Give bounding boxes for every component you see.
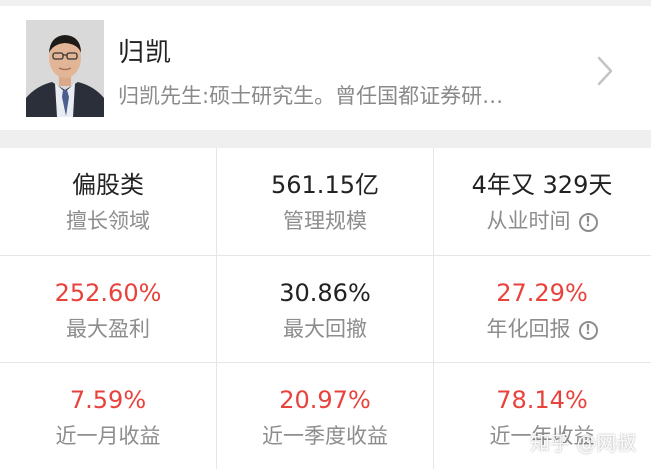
stat-max-drawdown: 30.86% 最大回撤: [217, 256, 433, 362]
section-gap: [0, 130, 651, 148]
stat-label-text: 近一月收益: [55, 424, 161, 448]
stat-label: 从业时间!: [434, 208, 650, 234]
stat-label: 年化回报!: [434, 316, 650, 342]
manager-name: 归凯: [118, 38, 173, 68]
stat-tenure: 4年又 329天从业时间!: [434, 148, 650, 254]
stat-label-text: 近一季度收益: [262, 424, 388, 448]
stats-grid: 偏股类 擅长领域 561.15亿 管理规模 4年又 329天 从业时间! 252.60% 最大…: [0, 148, 651, 469]
stat-label-text: 擅长领域: [66, 209, 150, 233]
stat-label: 近一季度收益: [217, 423, 433, 449]
stat-label-text: 年化回报: [486, 317, 571, 341]
stat-value: 7.59%: [69, 386, 147, 414]
stat-annualized-return: 27.29% 年化回报!: [434, 256, 650, 362]
stat-1m-return: 7.59% 近一月收益: [0, 363, 216, 469]
stat-value: 252.60%: [54, 279, 162, 307]
stat-label-text: 最大盈利: [66, 317, 150, 341]
info-icon[interactable]: !: [578, 321, 598, 340]
stat-max-gain: 252.60% 最大盈利: [0, 256, 216, 362]
stat-label-text: 从业时间: [486, 209, 571, 233]
stat-value: 偏股类: [72, 171, 144, 199]
stat-label: 擅长领域: [0, 208, 216, 234]
stat-label: 最大盈利: [0, 316, 216, 342]
stat-value: 4年又 329天: [471, 171, 613, 199]
stat-label: 管理规模: [217, 208, 433, 234]
stat-label: 最大回撤: [217, 316, 433, 342]
chevron-right-icon[interactable]: [594, 54, 616, 88]
stat-value: 30.86%: [279, 279, 371, 307]
stat-aum: 561.15亿管理规模: [217, 148, 433, 254]
stat-value: 20.97%: [279, 386, 371, 414]
stat-label: 近一月收益: [0, 423, 216, 449]
stat-label-text: 最大回撤: [283, 317, 367, 341]
fund-manager-page: 归凯 归凯先生:硕士研究生。曾任国都证券研… 偏股类 擅长领域 561.15亿 管理规…: [0, 0, 651, 469]
watermark: 知乎 @网叔: [530, 431, 637, 455]
info-icon[interactable]: !: [578, 213, 598, 232]
stat-expertise: 偏股类 擅长领域: [0, 148, 216, 254]
stat-label-text: 管理规模: [283, 209, 367, 233]
stat-value: 78.14%: [496, 386, 588, 414]
stat-value: 561.15亿: [271, 171, 379, 199]
manager-profile-card[interactable]: 归凯 归凯先生:硕士研究生。曾任国都证券研…: [0, 6, 651, 130]
stat-value: 27.29%: [496, 279, 588, 307]
manager-bio: 归凯先生:硕士研究生。曾任国都证券研…: [118, 84, 504, 108]
stat-3m-return: 20.97% 近一季度收益: [217, 363, 433, 469]
manager-avatar: [26, 20, 104, 117]
